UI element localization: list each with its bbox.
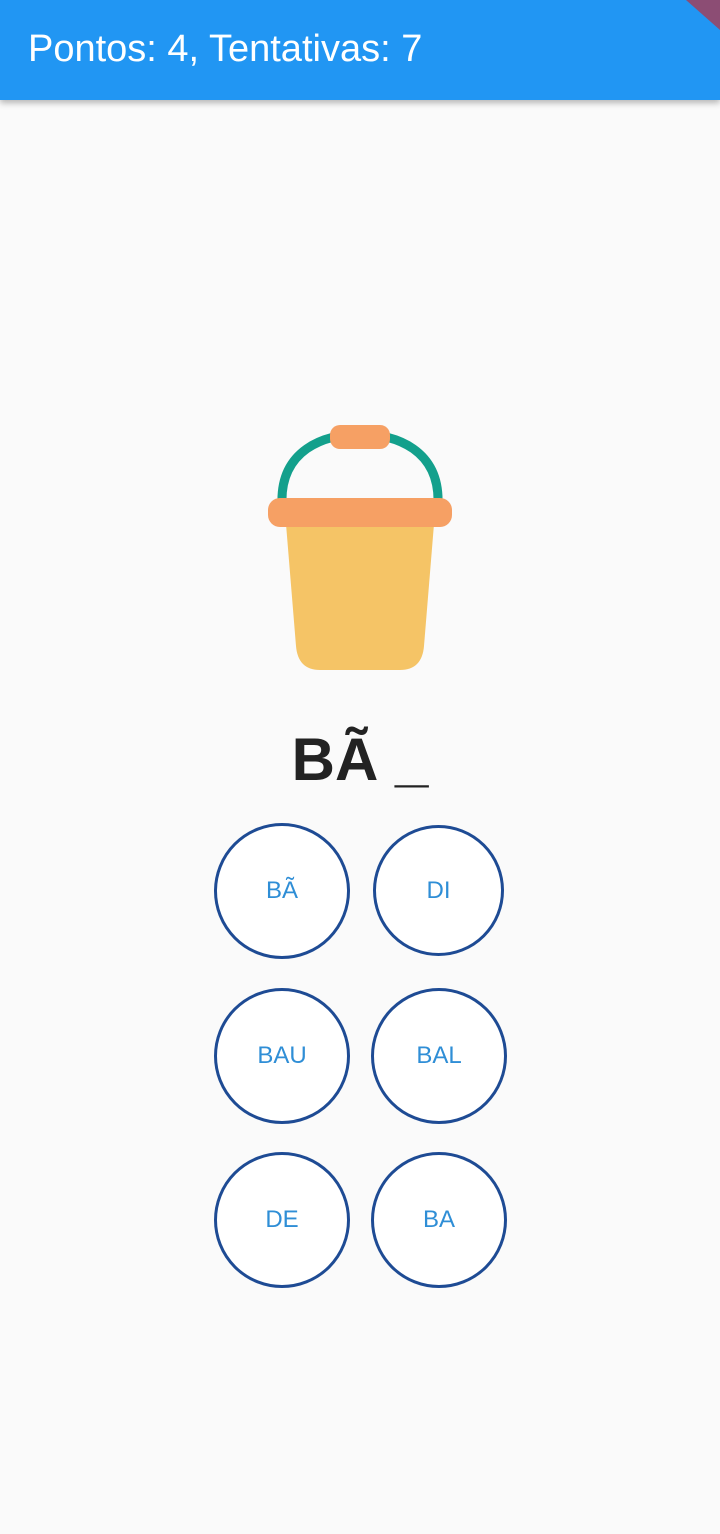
option-button-3[interactable]: BAU [214, 988, 350, 1124]
bucket-icon [268, 425, 452, 670]
option-button-4[interactable]: BAL [371, 988, 507, 1124]
option-label: BÃ [265, 877, 298, 904]
option-label: DI [426, 876, 451, 904]
option-label: DE [265, 1206, 299, 1233]
option-button-2[interactable]: DI [373, 825, 504, 956]
score-title: Pontos: 4, Tentativas: 7 [28, 28, 423, 70]
option-label: BA [422, 1206, 455, 1233]
debug-banner-corner [686, 0, 720, 30]
option-label: BAL [416, 1042, 462, 1069]
option-button-5[interactable]: DE [214, 1152, 350, 1288]
app-screen: Pontos: 4, Tentativas: 7 BÃ _ BÃ DI BAU … [0, 0, 720, 1534]
syllable-prompt: BÃ _ [291, 726, 429, 793]
option-button-1[interactable]: BÃ [214, 823, 350, 959]
app-bar: Pontos: 4, Tentativas: 7 [0, 0, 720, 100]
option-label: BAU [257, 1042, 307, 1069]
option-button-6[interactable]: BA [371, 1152, 507, 1288]
